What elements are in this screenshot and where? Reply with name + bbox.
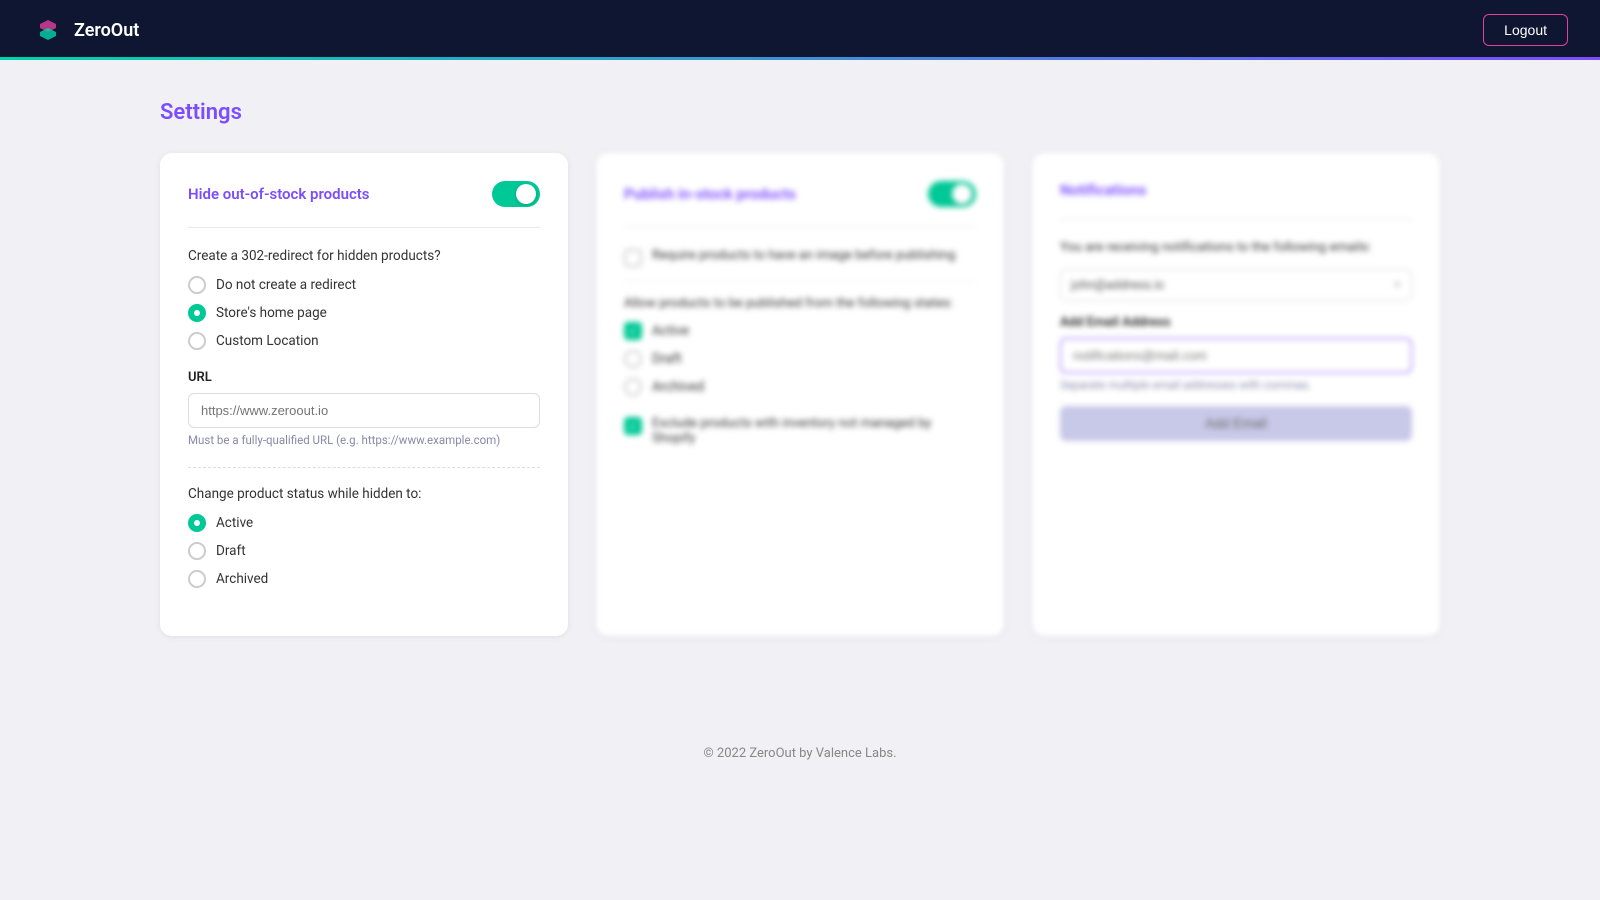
radio-label-no-redirect: Do not create a redirect [216,277,356,293]
status-active-label: Active [216,515,253,531]
url-hint: Must be a fully-qualified URL (e.g. http… [188,433,540,447]
radio-status-archived [188,570,206,588]
pub-active[interactable]: ✓ Active [624,321,976,340]
radio-label-custom: Custom Location [216,333,319,349]
radio-circle-no-redirect [188,276,206,294]
pub-active-label: Active [652,323,689,339]
add-email-button[interactable]: Add Email [1060,406,1412,441]
url-label: URL [188,370,540,385]
header: ZeroOut Logout [0,0,1600,60]
radio-circle-custom [188,332,206,350]
pub-archived-circle [624,378,642,396]
radio-home-page[interactable]: Store's home page [188,304,540,322]
logo-text: ZeroOut [74,20,139,41]
logout-button[interactable]: Logout [1483,14,1568,46]
redirect-question: Create a 302-redirect for hidden product… [188,248,540,264]
pub-draft-circle [624,350,642,368]
status-options: Active Draft Archived [188,514,540,588]
main-content: Settings Hide out-of-stock products Crea… [80,60,1520,676]
status-archived-label: Archived [216,571,268,587]
receiving-text: You are receiving notifications to the f… [1060,240,1412,255]
cards-row: Hide out-of-stock products Create a 302-… [160,153,1440,636]
require-image-checkbox [624,249,642,267]
card2-header: Publish in-stock products [624,181,976,228]
publish-state-options: ✓ Active Draft Archived [624,321,976,396]
card1-toggle[interactable] [492,181,540,207]
radio-custom-location[interactable]: Custom Location [188,332,540,350]
pub-archived[interactable]: Archived [624,378,976,396]
add-email-input[interactable] [1060,338,1412,373]
exclude-checkbox: ✓ [624,417,642,435]
footer: © 2022 ZeroOut by Valence Labs. [0,716,1600,791]
url-input[interactable] [188,393,540,428]
require-image-item: Require products to have an image before… [624,248,976,267]
card1-title: Hide out-of-stock products [188,185,370,203]
divider [188,467,540,468]
add-email-label: Add Email Address [1060,315,1412,330]
states-label: Allow products to be published from the … [624,296,976,311]
publish-in-stock-card: Publish in-stock products Require produc… [596,153,1004,636]
status-draft[interactable]: Draft [188,542,540,560]
add-email-hint: Separate multiple email addresses with c… [1060,378,1412,392]
footer-text: © 2022 ZeroOut by Valence Labs. [703,746,896,761]
card2-toggle[interactable] [928,181,976,207]
exclude-item: ✓ Exclude products with inventory not ma… [624,416,976,446]
radio-status-active [188,514,206,532]
logo-icon [32,14,64,46]
status-label: Change product status while hidden to: [188,486,540,502]
radio-circle-home-page [188,304,206,322]
pub-draft[interactable]: Draft [624,350,976,368]
card2-title: Publish in-stock products [624,185,796,203]
existing-email-tag: john@address.io × [1060,269,1412,301]
pub-draft-label: Draft [652,351,682,367]
hide-out-of-stock-card: Hide out-of-stock products Create a 302-… [160,153,568,636]
status-archived[interactable]: Archived [188,570,540,588]
divider2 [624,281,976,282]
status-draft-label: Draft [216,543,246,559]
pub-archived-label: Archived [652,379,704,395]
existing-email: john@address.io [1071,278,1164,293]
card3-header: Notifications [1060,181,1412,220]
radio-label-home-page: Store's home page [216,305,327,321]
radio-no-redirect[interactable]: Do not create a redirect [188,276,540,294]
logo: ZeroOut [32,14,139,46]
pub-active-check: ✓ [624,322,642,340]
exclude-label: Exclude products with inventory not mana… [652,416,976,446]
url-section: URL Must be a fully-qualified URL (e.g. … [188,370,540,447]
card3-title: Notifications [1060,181,1146,199]
remove-email-icon[interactable]: × [1394,277,1401,293]
redirect-options: Do not create a redirect Store's home pa… [188,276,540,350]
notifications-card: Notifications You are receiving notifica… [1032,153,1440,636]
page-title: Settings [160,100,1440,125]
card1-header: Hide out-of-stock products [188,181,540,228]
status-active[interactable]: Active [188,514,540,532]
radio-status-draft [188,542,206,560]
require-image-label: Require products to have an image before… [652,248,955,263]
